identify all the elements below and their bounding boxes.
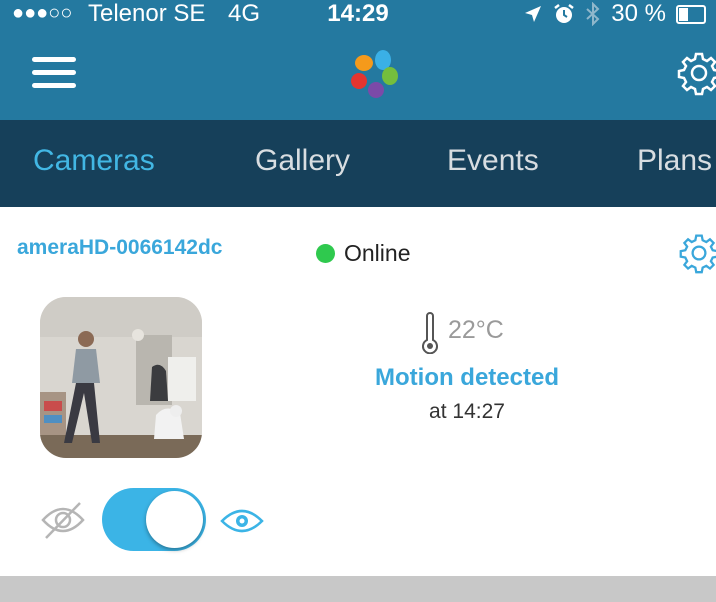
location-arrow-icon — [525, 6, 542, 22]
status-bar: ●●●○○ Telenor SE 4G 14:29 30 % — [0, 0, 716, 28]
alarm-icon — [554, 4, 575, 23]
temperature-value: 22°C — [448, 316, 504, 344]
thermometer-icon — [422, 312, 438, 354]
temperature-readout: 22°C — [420, 312, 504, 354]
app-logo — [351, 50, 398, 98]
battery-icon — [676, 4, 706, 24]
tab-cameras[interactable]: Cameras — [33, 144, 155, 178]
status-right-group: 30 % — [523, 0, 706, 28]
motion-event-label[interactable]: Motion detected — [340, 364, 594, 392]
battery-percent: 30 % — [611, 0, 666, 27]
tab-gallery[interactable]: Gallery — [255, 144, 350, 178]
motion-event-time: at 14:27 — [429, 400, 505, 423]
camera-name[interactable]: ameraHD-0066142dc — [17, 236, 251, 266]
tab-plans[interactable]: Plans — [637, 144, 712, 178]
tab-bar: Cameras Gallery Events Plans — [0, 120, 716, 207]
eye-off-icon — [41, 502, 85, 539]
toggle-knob — [146, 491, 203, 548]
camera-status-label: Online — [344, 240, 411, 266]
bluetooth-icon — [586, 2, 600, 26]
tab-events[interactable]: Events — [447, 144, 539, 178]
camera-snapshot[interactable] — [40, 297, 202, 458]
privacy-toggle[interactable] — [102, 488, 206, 551]
next-card-strip — [0, 576, 716, 602]
camera-settings-gear-icon[interactable] — [678, 232, 716, 274]
online-dot-icon — [316, 244, 335, 263]
gear-icon[interactable] — [676, 50, 716, 96]
eye-icon — [220, 509, 264, 533]
camera-status: Online — [316, 240, 410, 267]
hamburger-menu-icon[interactable] — [32, 57, 76, 91]
